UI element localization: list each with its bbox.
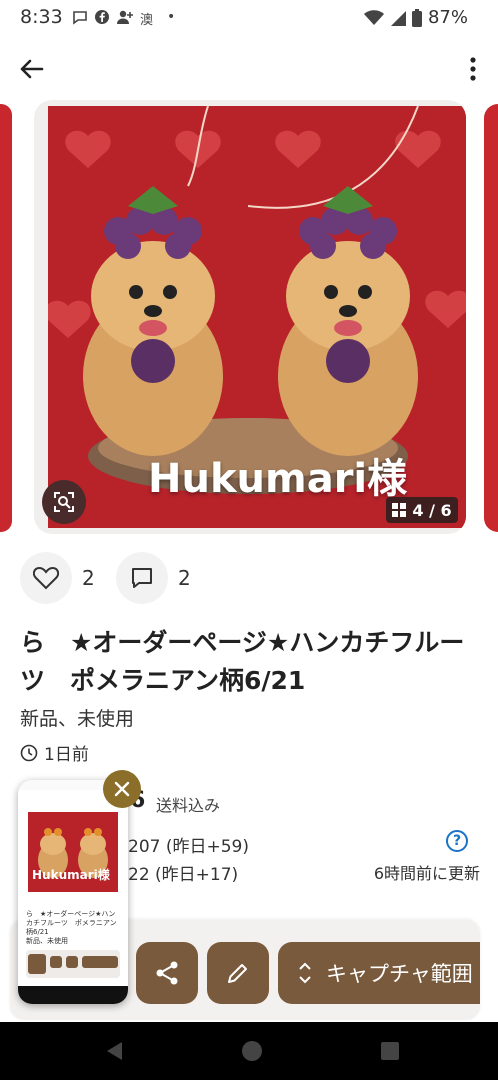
nav-recents-icon[interactable] bbox=[380, 1041, 400, 1061]
comment-count: 2 bbox=[178, 566, 191, 590]
capture-range-label: キャプチャ範囲 bbox=[326, 962, 473, 986]
facebook-icon bbox=[95, 10, 109, 24]
image-counter-text: 4 / 6 bbox=[412, 500, 452, 520]
battery-icon bbox=[411, 8, 422, 27]
more-vert-icon[interactable] bbox=[468, 56, 478, 82]
thumb-action-bar bbox=[26, 950, 120, 978]
wifi-icon bbox=[363, 9, 384, 25]
like-count: 2 bbox=[82, 566, 95, 590]
extra-notification-icon: 澳 bbox=[140, 13, 154, 28]
nav-home-icon[interactable] bbox=[241, 1040, 263, 1062]
product-image: Hukumari様 bbox=[48, 106, 466, 528]
image-watermark: Hukumari様 bbox=[148, 456, 408, 502]
like-button[interactable] bbox=[20, 552, 72, 604]
thumb-title: ら ★オーダーページ★ハンカチフルーツ ポメラニアン柄6/21 新品、未使用 bbox=[26, 910, 122, 946]
comment-button[interactable] bbox=[116, 552, 168, 604]
pencil-icon bbox=[228, 964, 247, 983]
comment-icon bbox=[132, 568, 152, 588]
system-status: 87% bbox=[363, 7, 468, 28]
battery-percent: 87% bbox=[427, 7, 468, 28]
expand-vertical-icon bbox=[299, 962, 311, 984]
person-add-icon bbox=[117, 10, 133, 24]
product-condition: 新品、未使用 bbox=[20, 708, 135, 730]
price-section: 6 送料込み 207 (昨日+59) 22 (昨日+17) ? 6時間前に更新 bbox=[120, 780, 490, 890]
stat-line-1: 207 (昨日+59) bbox=[128, 837, 249, 857]
shipping-label: 送料込み bbox=[156, 796, 221, 815]
signal-icon bbox=[390, 10, 406, 26]
edit-button[interactable] bbox=[207, 942, 269, 1004]
product-image-card[interactable]: Hukumari様 bbox=[34, 100, 466, 534]
product-title: ら ★オーダーページ★ハンカチフルーツ ポメラニアン柄6/21 bbox=[20, 628, 465, 695]
lens-icon bbox=[54, 492, 74, 512]
thumb-nav-bar bbox=[18, 986, 128, 1004]
share-icon bbox=[156, 961, 178, 985]
status-bar: 8:33 澳 • 87% bbox=[0, 0, 498, 36]
app-bar bbox=[0, 44, 498, 92]
image-carousel[interactable]: Hukumari様 bbox=[0, 100, 498, 534]
posted-time: 1日前 bbox=[20, 740, 89, 765]
screenshot-preview[interactable]: Hukumari様 ら ★オーダーページ★ハンカチフルーツ ポメラニアン柄6/2… bbox=[18, 780, 128, 1004]
nav-back-icon[interactable] bbox=[104, 1040, 124, 1062]
image-counter: 4 / 6 bbox=[386, 497, 458, 523]
message-icon bbox=[73, 11, 87, 25]
clock-icon bbox=[20, 744, 38, 761]
close-icon bbox=[114, 781, 130, 797]
previous-image-card[interactable] bbox=[0, 104, 12, 532]
help-icon[interactable]: ? bbox=[446, 830, 468, 852]
close-preview-button[interactable] bbox=[103, 770, 141, 808]
thumb-title-text: ら ★オーダーページ★ハンカチフルーツ ポメラニアン柄6/21 bbox=[26, 910, 117, 936]
capture-range-button[interactable]: キャプチャ範囲 bbox=[278, 942, 480, 1004]
grid-icon bbox=[392, 503, 407, 517]
thumb-watermark: Hukumari様 bbox=[32, 868, 110, 882]
notification-icons: 澳 • bbox=[72, 9, 175, 28]
heart-icon bbox=[33, 566, 59, 590]
reactions-row: 2 2 bbox=[20, 552, 480, 606]
next-image-card[interactable] bbox=[484, 104, 498, 532]
updated-time: 6時間前に更新 bbox=[373, 864, 480, 883]
posted-time-text: 1日前 bbox=[44, 745, 89, 765]
status-time: 8:33 bbox=[20, 6, 63, 28]
system-nav-bar bbox=[0, 1022, 498, 1080]
thumb-condition: 新品、未使用 bbox=[26, 937, 68, 945]
image-search-button[interactable] bbox=[42, 480, 86, 524]
more-notifications-dot: • bbox=[167, 9, 176, 25]
share-button[interactable] bbox=[136, 942, 198, 1004]
stat-line-2: 22 (昨日+17) bbox=[128, 865, 239, 885]
back-arrow-icon[interactable] bbox=[16, 54, 46, 84]
